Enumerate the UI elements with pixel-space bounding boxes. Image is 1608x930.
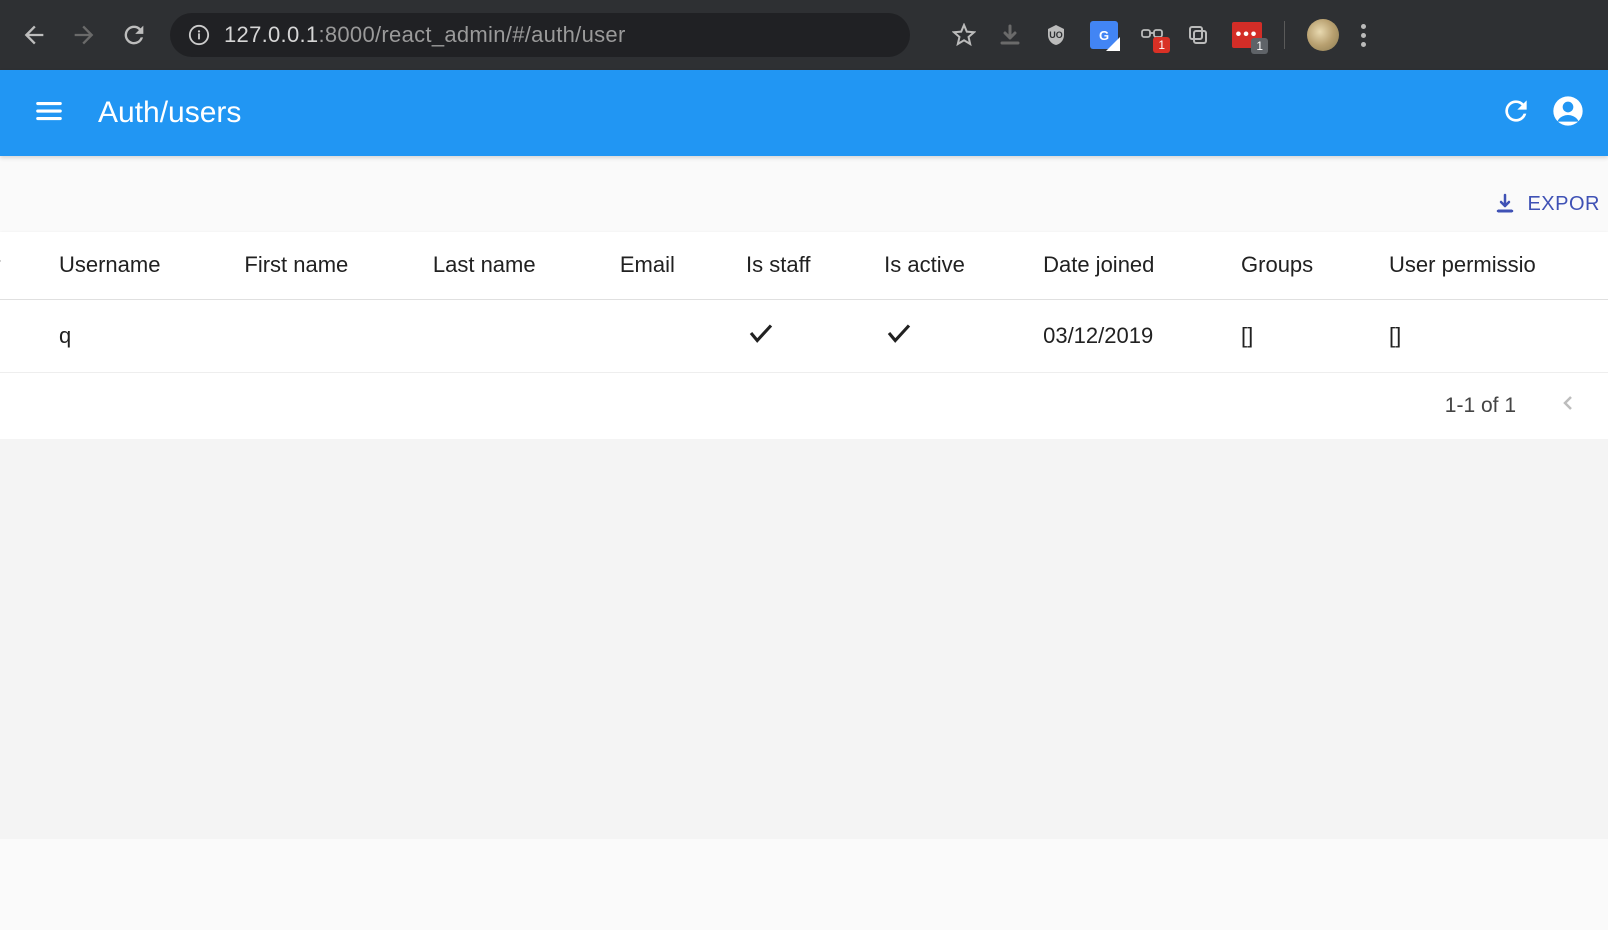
col-is-staff[interactable]: Is staff [724,232,862,299]
col-superuser-cut[interactable]: ser [0,232,37,299]
users-table: ser Username First name Last name Email … [0,232,1608,373]
site-info-icon[interactable] [188,24,210,46]
back-button[interactable] [20,21,48,49]
shield-icon[interactable]: UO [1044,23,1068,47]
col-last-name[interactable]: Last name [411,232,598,299]
lastpass-extension-icon[interactable]: ••• 1 [1232,22,1262,48]
cell-user-permissions: [] [1367,299,1608,372]
col-is-active[interactable]: Is active [862,232,1021,299]
table-row[interactable]: q 03/12/2019 [] [] [0,299,1608,372]
profile-avatar[interactable] [1307,19,1339,51]
pagination: 1-1 of 1 [0,373,1608,439]
col-date-joined[interactable]: Date joined [1021,232,1219,299]
cell-email [598,299,724,372]
col-email[interactable]: Email [598,232,724,299]
col-first-name[interactable]: First name [222,232,411,299]
extension-badge: 1 [1153,37,1170,53]
cell-is-active [862,299,1021,372]
pagination-prev-icon[interactable] [1556,391,1580,421]
col-username[interactable]: Username [37,232,222,299]
check-icon [746,328,776,353]
app-bar: Auth/users [0,70,1608,156]
toolbar-divider [1284,21,1285,49]
kebab-menu-icon[interactable] [1361,24,1366,47]
reload-button[interactable] [120,21,148,49]
list-toolbar: EXPOR [0,156,1608,232]
download-icon[interactable] [998,23,1022,47]
translate-extension-icon[interactable]: G [1090,21,1118,49]
cell-last-name [411,299,598,372]
data-table-card: ser Username First name Last name Email … [0,232,1608,439]
browser-toolbar: 127.0.0.1:8000/react_admin/#/auth/user U… [0,0,1608,70]
menu-hamburger-icon[interactable] [24,86,74,141]
check-icon [884,328,914,353]
glasses-extension-icon[interactable]: 1 [1140,23,1164,47]
refresh-action-icon[interactable] [1500,95,1532,132]
url-text: 127.0.0.1:8000/react_admin/#/auth/user [224,22,626,48]
copy-extension-icon[interactable] [1186,23,1210,47]
col-user-permissions[interactable]: User permissio [1367,232,1608,299]
address-bar[interactable]: 127.0.0.1:8000/react_admin/#/auth/user [170,13,910,57]
extension-badge-2: 1 [1251,38,1268,54]
export-button[interactable]: EXPOR [1479,184,1600,224]
cell-is-staff [724,299,862,372]
account-icon[interactable] [1552,95,1584,132]
content-area: EXPOR ser Username First name Last name … [0,156,1608,439]
forward-button[interactable] [70,21,98,49]
cell-cut [0,299,37,372]
cell-date-joined: 03/12/2019 [1021,299,1219,372]
col-groups[interactable]: Groups [1219,232,1367,299]
page-background [0,439,1608,839]
export-label: EXPOR [1527,193,1600,216]
cell-username: q [37,299,222,372]
page-title: Auth/users [98,96,1480,130]
cell-first-name [222,299,411,372]
translate-letter: G [1099,28,1109,43]
cell-groups: [] [1219,299,1367,372]
table-header-row: ser Username First name Last name Email … [0,232,1608,299]
bookmark-star-icon[interactable] [952,23,976,47]
pagination-range: 1-1 of 1 [1445,394,1516,418]
browser-actions: UO G 1 ••• 1 [952,19,1366,51]
svg-text:UO: UO [1049,30,1063,40]
